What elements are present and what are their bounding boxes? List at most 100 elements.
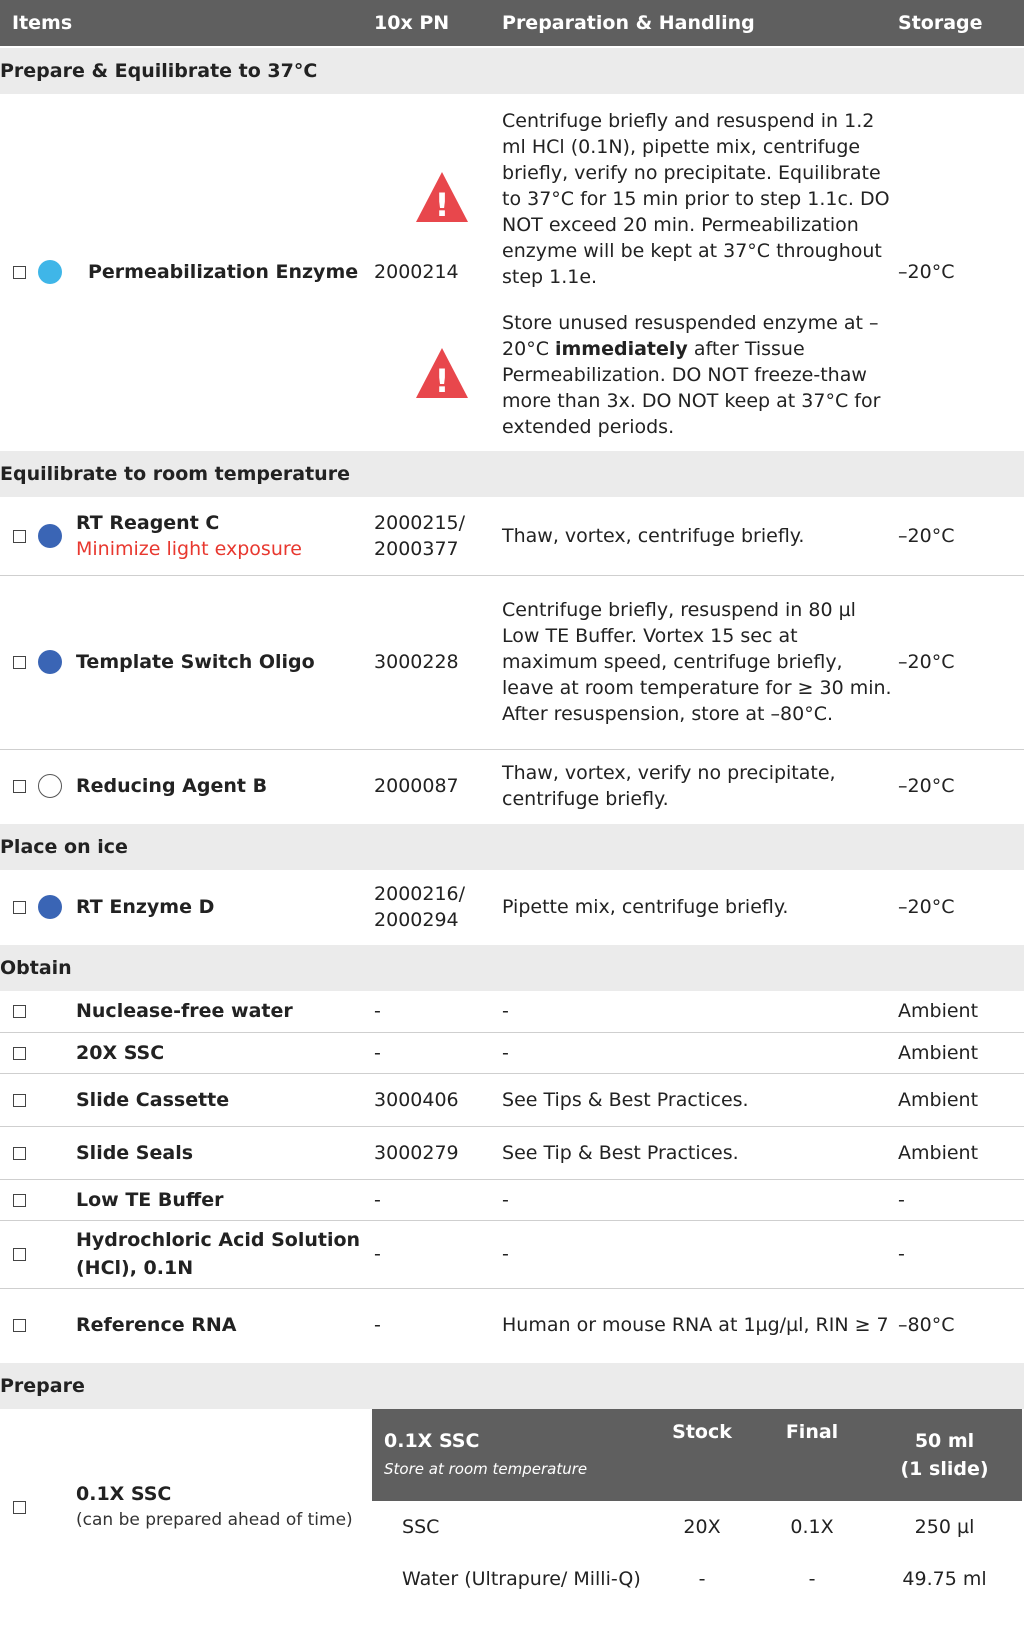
section-title: Prepare & Equilibrate to 37°C xyxy=(0,46,1024,94)
col-prep: Preparation & Handling xyxy=(502,0,899,47)
item-pn: - xyxy=(374,1220,503,1289)
item-pn: - xyxy=(374,1032,503,1074)
blue-dot-icon xyxy=(38,523,62,548)
perm-notes: ! Centrifuge briefly and resuspend in 1.… xyxy=(414,108,898,440)
col-stock: Stock xyxy=(647,1409,758,1501)
warning-block: ! Store unused resuspended enzyme at –20… xyxy=(414,310,898,440)
reagent-name: Water xyxy=(402,1568,459,1590)
stock: - xyxy=(698,1568,706,1590)
item-storage: –80°C xyxy=(898,1288,1024,1363)
item-name: Permeabilization Enzyme xyxy=(76,94,375,451)
section-row: Prepare xyxy=(0,1361,1024,1409)
section-row: Place on ice xyxy=(0,822,1024,870)
item-storage: - xyxy=(898,1179,1024,1221)
item-pn: 2000216/ xyxy=(374,882,466,905)
table-row: Slide Seals 3000279 See Tip & Best Pract… xyxy=(0,1126,1024,1180)
recipe-subtitle: Store at room temperature xyxy=(384,1460,588,1478)
item-pn: 2000215/ xyxy=(374,511,466,534)
table-row: 0.1X SSC (can be prepared ahead of time) … xyxy=(0,1409,1024,1605)
item-pn: - xyxy=(374,1179,503,1221)
table-row: RT Enzyme D 2000216/2000294 Pipette mix,… xyxy=(0,870,1024,945)
perm-note-1: Centrifuge briefly and resuspend in 1.2 … xyxy=(502,110,890,288)
col-vol: 50 ml xyxy=(914,1430,975,1452)
white-dot-icon xyxy=(38,773,62,798)
warning-glyph: ! xyxy=(435,186,450,224)
checkbox[interactable] xyxy=(12,1248,26,1261)
warning-block: ! Centrifuge briefly and resuspend in 1.… xyxy=(414,108,898,290)
item-storage: –20°C xyxy=(898,575,1024,750)
item-note: (can be prepared ahead of time) xyxy=(76,1510,353,1530)
item-prep: See Tip & Best Practices. xyxy=(502,1126,899,1180)
item-pn: 3000279 xyxy=(374,1126,503,1180)
blue-dot-icon xyxy=(38,894,62,919)
recipe-row: Water (Ultrapure/ Milli-Q) - - 49.75 ml xyxy=(372,1553,1022,1605)
section-title: Equilibrate to room temperature xyxy=(0,449,1024,497)
item-name: Slide Seals xyxy=(76,1126,375,1180)
item-storage: Ambient xyxy=(898,1073,1024,1127)
item-pn: 3000228 xyxy=(374,575,503,750)
item-name: 0.1X SSC xyxy=(76,1483,172,1505)
table-row: Permeabilization Enzyme 2000214 ! Centri… xyxy=(0,94,1024,451)
recipe-table: 0.1X SSC Store at room temperature Stock … xyxy=(372,1409,1023,1605)
item-pn: - xyxy=(374,1288,503,1363)
item-pn: 2000087 xyxy=(374,749,503,824)
warning-glyph: ! xyxy=(435,362,450,400)
volume: 49.75 ml xyxy=(902,1568,987,1590)
table-header: Items 10x PN Preparation & Handling Stor… xyxy=(0,0,1024,47)
item-name: Reducing Agent B xyxy=(76,749,375,824)
item-pn: - xyxy=(374,991,503,1033)
checkbox[interactable] xyxy=(12,779,26,793)
checkbox[interactable] xyxy=(12,1318,26,1332)
item-storage: –20°C xyxy=(898,497,1024,576)
checkbox[interactable] xyxy=(12,1146,26,1160)
warning-icon: ! xyxy=(414,346,484,405)
section-row: Obtain xyxy=(0,943,1024,991)
volume: 250 µl xyxy=(914,1516,975,1538)
table-row: Low TE Buffer - - - xyxy=(0,1179,1024,1221)
perm-note-2: Store unused resuspended enzyme at –20°C… xyxy=(502,312,881,438)
checkbox[interactable] xyxy=(12,1005,26,1019)
section-row: Prepare & Equilibrate to 37°C xyxy=(0,46,1024,94)
item-storage: –20°C xyxy=(898,94,1024,451)
reagent-table: Items 10x PN Preparation & Handling Stor… xyxy=(0,0,1024,1605)
table-row: Nuclease-free water - - Ambient xyxy=(0,991,1024,1033)
checkbox[interactable] xyxy=(12,1093,26,1107)
item-pn: 3000406 xyxy=(374,1073,503,1127)
item-storage: Ambient xyxy=(898,1032,1024,1074)
checkbox[interactable] xyxy=(12,1046,26,1060)
item-prep: - xyxy=(502,1220,899,1289)
checkbox[interactable] xyxy=(12,900,26,914)
checkbox[interactable] xyxy=(12,656,26,669)
item-prep: - xyxy=(502,991,899,1033)
checkbox[interactable] xyxy=(12,1501,26,1514)
item-prep: Pipette mix, centrifuge briefly. xyxy=(502,870,899,945)
table-row: Template Switch Oligo 3000228 Centrifuge… xyxy=(0,575,1024,750)
item-name: Slide Cassette xyxy=(76,1073,375,1127)
item-storage: Ambient xyxy=(898,991,1024,1033)
table-row: Reducing Agent B 2000087 Thaw, vortex, v… xyxy=(0,749,1024,824)
blue-dot-icon xyxy=(38,650,62,674)
item-prep: - xyxy=(502,1179,899,1221)
table-row: Reference RNA - Human or mouse RNA at 1µ… xyxy=(0,1288,1024,1363)
table-row: Slide Cassette 3000406 See Tips & Best P… xyxy=(0,1073,1024,1127)
reagent-name: SSC xyxy=(402,1516,440,1538)
col-items: Items xyxy=(0,0,375,47)
recipe-title: 0.1X SSC xyxy=(384,1430,480,1452)
item-name: Reference RNA xyxy=(76,1288,375,1363)
col-final: Final xyxy=(757,1409,868,1501)
item-prep: Thaw, vortex, verify no precipitate, cen… xyxy=(502,749,899,824)
checkbox[interactable] xyxy=(12,1193,26,1207)
item-storage: –20°C xyxy=(898,870,1024,945)
section-title: Prepare xyxy=(0,1361,1024,1409)
section-title: Place on ice xyxy=(0,822,1024,870)
light-blue-dot-icon xyxy=(38,259,62,284)
item-name: Nuclease-free water xyxy=(76,991,375,1033)
checkbox[interactable] xyxy=(12,529,26,543)
item-storage: - xyxy=(898,1220,1024,1289)
stock: 20X xyxy=(683,1516,721,1538)
checkbox[interactable] xyxy=(12,265,26,279)
item-prep: Thaw, vortex, centrifuge briefly. xyxy=(502,497,899,576)
col-storage: Storage xyxy=(898,0,1024,47)
recipe-row: SSC 20X 0.1X 250 µl xyxy=(372,1501,1022,1553)
table-row: Hydrochloric Acid Solution (HCl), 0.1N - … xyxy=(0,1220,1024,1289)
